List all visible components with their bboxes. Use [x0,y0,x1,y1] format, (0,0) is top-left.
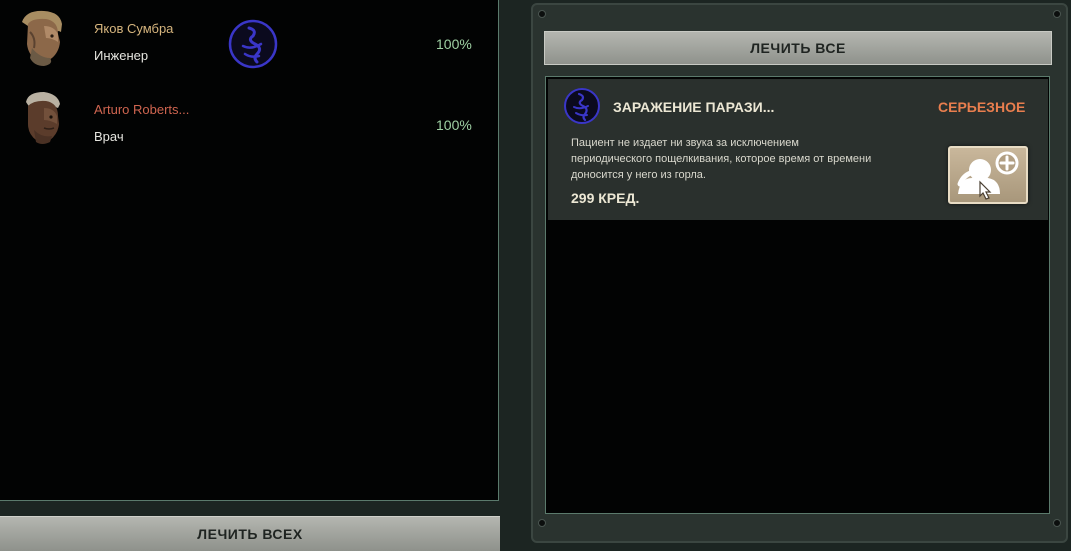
crew-portrait-avatar [26,92,60,144]
crew-list-panel: Яков Сумбра Инженер 100% Arturo Roberts.… [0,0,499,501]
frame-rivet [1053,519,1061,527]
crew-portrait-avatar [22,10,62,66]
heal-all-afflictions-button[interactable]: ЛЕЧИТЬ ВСЕ [544,31,1052,65]
affliction-description: Пациент не издает ни звука за исключение… [571,135,931,183]
treatment-price: 299 КРЕД. [571,190,640,206]
crew-role: Врач [94,129,124,144]
heal-patient-icon [957,151,1019,200]
crew-row[interactable]: Яков Сумбра Инженер 100% [0,0,499,80]
crew-role: Инженер [94,48,149,63]
heal-all-crew-button[interactable]: ЛЕЧИТЬ ВСЕХ [0,516,500,551]
crew-health-percent: 100% [436,117,472,133]
description-line: Пациент не издает ни звука за исключение… [571,137,799,149]
crew-health-percent: 100% [436,36,472,52]
description-line: доносится у него из горла. [571,169,706,181]
parasite-affliction-icon[interactable] [227,18,279,70]
description-line: периодического пощелкивания, которое вре… [571,153,872,165]
affliction-title: ЗАРАЖЕНИЕ ПАРАЗИ... [613,99,775,115]
affliction-severity: СЕРЬЕЗНОЕ [938,99,1026,115]
crew-name: Яков Сумбра [94,21,174,36]
crew-row[interactable]: Arturo Roberts... Врач 100% [0,83,499,163]
crew-name: Arturo Roberts... [94,102,190,117]
frame-rivet [538,519,546,527]
frame-rivet [1053,10,1061,18]
parasite-icon [564,88,600,124]
affliction-card: ЗАРАЖЕНИЕ ПАРАЗИ... СЕРЬЕЗНОЕ Пациент не… [548,79,1048,220]
frame-rivet [538,10,546,18]
treat-affliction-button[interactable] [948,146,1028,204]
